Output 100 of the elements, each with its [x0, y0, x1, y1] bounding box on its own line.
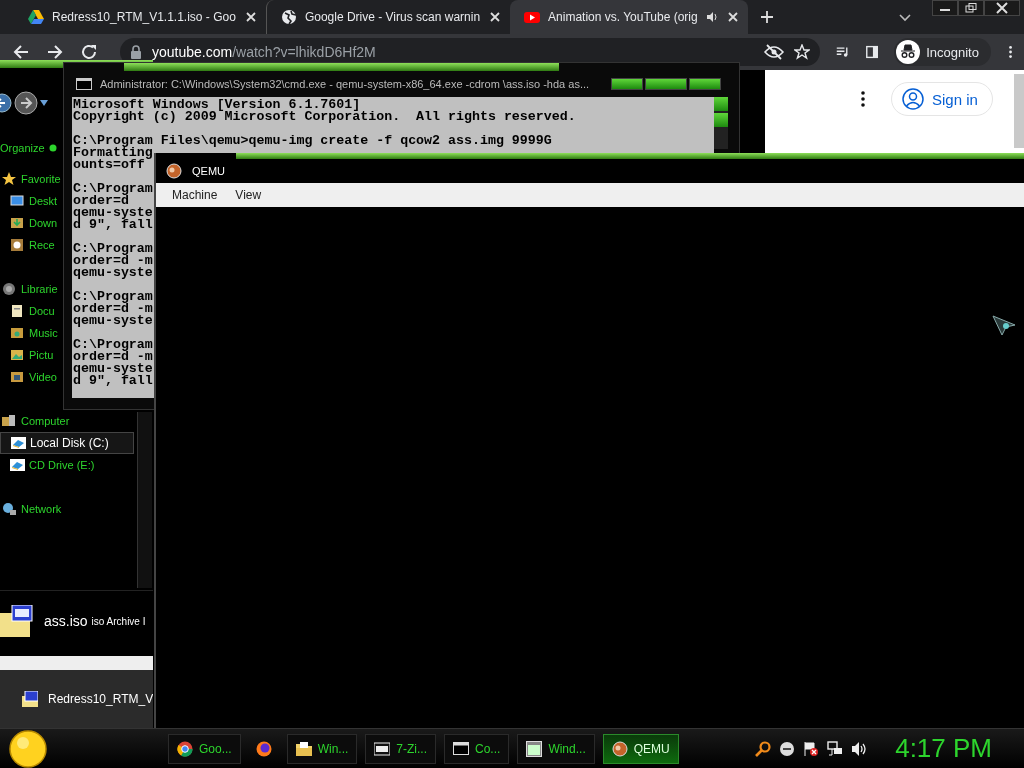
menu-item[interactable]: Machine [172, 188, 218, 202]
minimize-icon[interactable] [932, 0, 958, 16]
nav-item[interactable]: Down [0, 212, 58, 234]
more-icon[interactable] [861, 91, 865, 107]
start-orb-icon[interactable] [8, 728, 48, 768]
nav-item[interactable]: Local Disk (C:) [0, 432, 134, 454]
browser-icon [177, 740, 193, 757]
scrollbar[interactable] [137, 412, 152, 588]
nav-item[interactable]: Rece [0, 234, 55, 256]
network-icon [2, 502, 17, 516]
nav-item[interactable]: CD Drive (E:) [0, 454, 95, 476]
minus-circle-icon[interactable] [779, 740, 796, 757]
console-line: order=d [73, 195, 129, 207]
console-icon [76, 78, 92, 90]
clock[interactable]: 4:17 PM [895, 733, 992, 764]
window-title: QEMU [192, 165, 225, 177]
back-icon[interactable] [12, 43, 30, 61]
window-icon [526, 740, 543, 757]
console-line: Microsoft Windows [Version 6.1.7601] [73, 99, 361, 111]
tab-title: Animation vs. YouTube (orig [548, 10, 698, 24]
taskbar-button[interactable]: Goo... [168, 733, 241, 764]
close-button[interactable] [689, 78, 722, 90]
side-panel-icon[interactable] [865, 44, 879, 60]
new-tab-icon[interactable] [759, 10, 774, 24]
console-line: qemu-syste [73, 363, 153, 375]
close-icon[interactable] [243, 10, 258, 24]
console-line: order=d -m [73, 303, 153, 315]
browser-icon [255, 740, 272, 757]
console-line: ounts=off [73, 159, 145, 171]
taskbar-button[interactable]: Co... [444, 733, 510, 764]
drive-icon [11, 436, 26, 450]
taskbar-button[interactable]: QEMU [602, 733, 679, 764]
console-line: C:\Program [73, 183, 153, 195]
tab-title: Google Drive - Virus scan warnin [304, 10, 481, 24]
pointer-icon [992, 315, 1018, 337]
console-line: qemu-syste [73, 315, 153, 327]
forward-icon[interactable] [46, 43, 64, 61]
window-title: Administrator: C:\Windows\System32\cmd.exe - qemu-system-x86_64.exe -cdrom \ass.iso -hda as... [100, 78, 590, 90]
nav-item[interactable]: Music [0, 322, 58, 344]
console-line: C:\Program [73, 339, 153, 351]
nav-item[interactable]: Computer [0, 410, 70, 432]
download-folder-icon [10, 216, 25, 230]
close-icon[interactable] [984, 0, 1020, 16]
nav-item[interactable]: Librarie [0, 278, 58, 300]
nav-item[interactable]: Docu [0, 300, 55, 322]
console-line: qemu-syste [73, 207, 153, 219]
iso-file-icon [0, 605, 34, 637]
caret-icon[interactable] [40, 100, 48, 106]
scroll-thumb[interactable] [714, 113, 728, 127]
star-icon [2, 172, 17, 186]
incognito-button[interactable]: Incognito [894, 38, 991, 66]
reload-icon[interactable] [80, 43, 98, 61]
browser-tab[interactable]: Redress10_RTM_V1.1.1.iso - Goo [14, 0, 266, 34]
minimize-button[interactable] [611, 78, 644, 90]
scrollbar[interactable] [1014, 74, 1024, 148]
incognito-icon [896, 40, 921, 64]
url-text: youtube.com/watch?v=lhikdD6Hf2M [152, 44, 376, 60]
nav-item[interactable]: Favorite [0, 168, 61, 190]
organize-button[interactable]: Organize [0, 138, 60, 158]
taskbar-button[interactable]: 7-Zi... [365, 733, 437, 764]
restore-icon[interactable] [958, 0, 984, 16]
speaker-icon[interactable] [705, 11, 718, 23]
taskbar-button[interactable]: Wind... [517, 733, 595, 764]
console-line: order=d -m [73, 255, 153, 267]
close-icon[interactable] [488, 10, 503, 24]
close-icon[interactable] [725, 10, 740, 24]
app-icon [166, 163, 182, 179]
network-icon[interactable] [827, 740, 844, 757]
download-item[interactable]: Redress10_RTM_V [0, 691, 153, 707]
maximize-button[interactable] [645, 78, 688, 90]
lock-icon [130, 45, 142, 59]
pictures-folder-icon [10, 348, 25, 362]
nav-item[interactable]: Video [0, 366, 57, 388]
star-icon[interactable] [794, 44, 810, 60]
nav-item[interactable]: Pictu [0, 344, 54, 366]
app-icon [611, 740, 628, 757]
search-icon[interactable] [755, 740, 772, 757]
flag-error-icon[interactable] [803, 740, 820, 757]
volume-icon[interactable] [851, 740, 868, 757]
console-line: C:\Program [73, 291, 153, 303]
dot-icon [48, 144, 57, 152]
nav-item[interactable]: Deskt [0, 190, 58, 212]
drive-icon [28, 9, 44, 25]
iso-file-icon [22, 691, 38, 707]
account-icon [902, 88, 924, 110]
taskbar-button[interactable]: Win... [286, 733, 358, 764]
library-icon [2, 282, 17, 296]
menu-item[interactable]: View [235, 188, 262, 202]
nav-item[interactable]: Network [0, 498, 62, 520]
console-line: Copyright (c) 2009 Microsoft Corporation. All rights reserved. [73, 111, 576, 123]
globe-icon [280, 9, 297, 25]
eye-slash-icon[interactable] [764, 44, 784, 60]
scrollbar[interactable] [714, 97, 728, 149]
more-icon[interactable] [1008, 44, 1012, 60]
tab-title: Redress10_RTM_V1.1.1.iso - Goo [52, 10, 236, 24]
desktop-icon [10, 194, 25, 208]
browser-tab[interactable]: Animation vs. YouTube (orig [510, 0, 748, 34]
playlist-icon[interactable] [836, 44, 850, 60]
forward-icon[interactable] [14, 91, 38, 115]
music-folder-icon [10, 326, 25, 340]
